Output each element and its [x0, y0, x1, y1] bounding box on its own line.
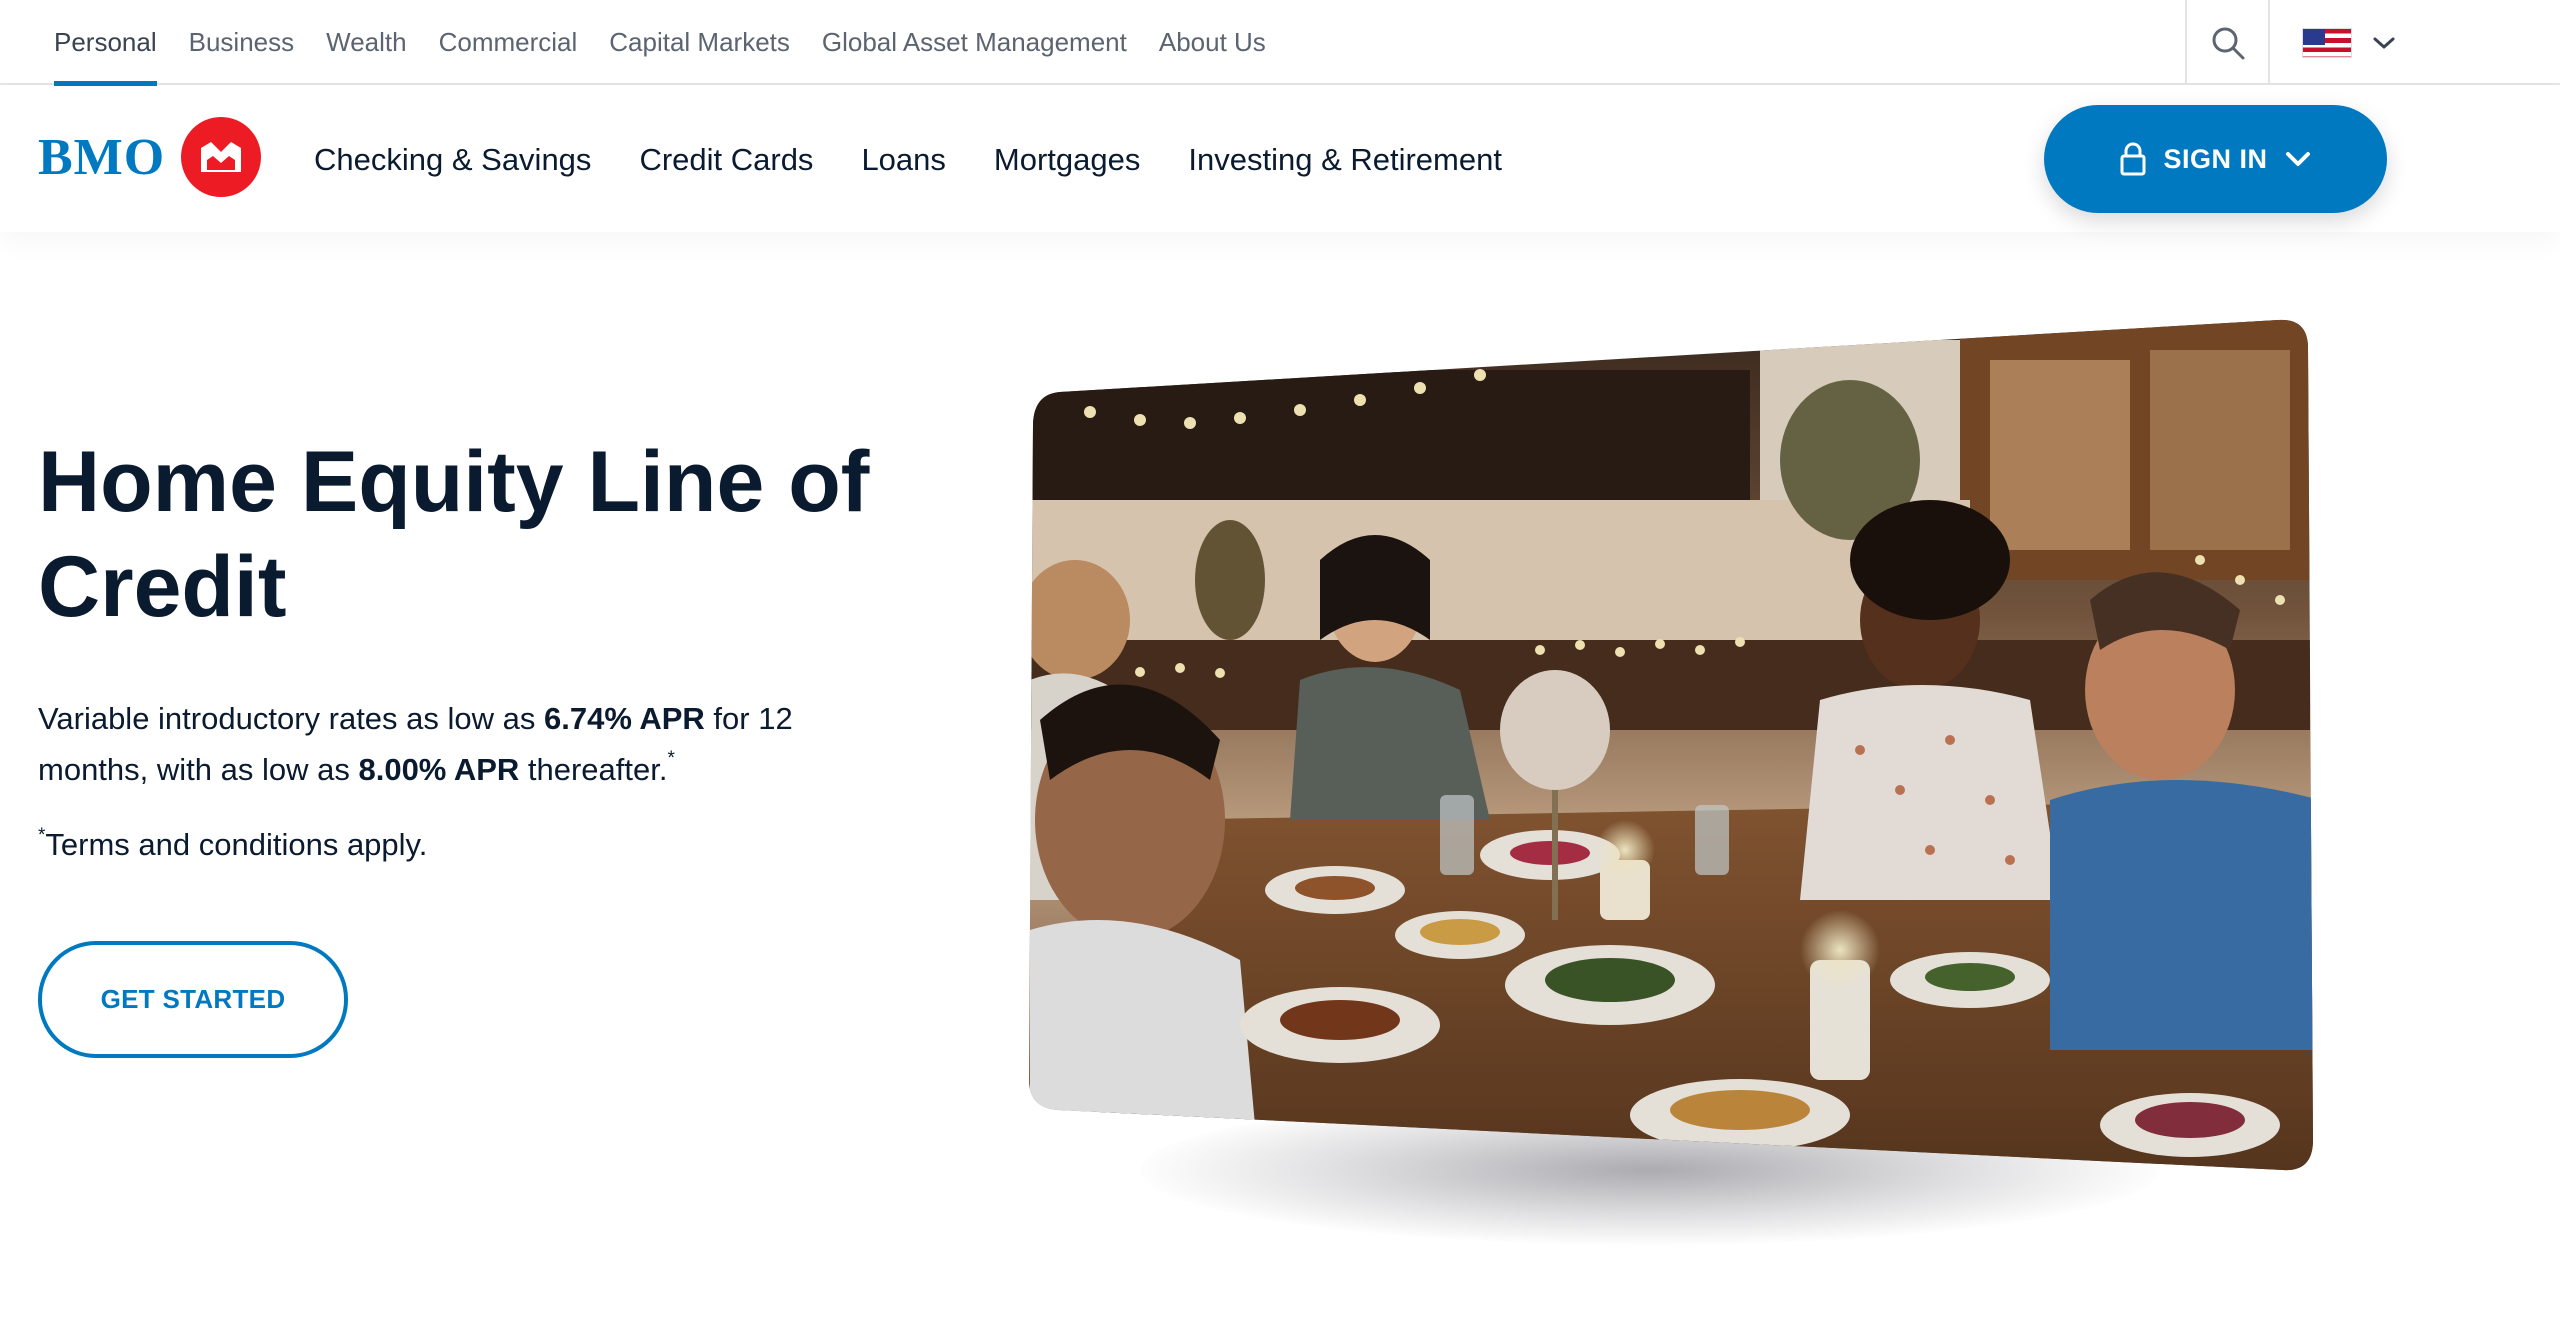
tab-personal[interactable]: Personal — [38, 0, 173, 86]
country-selector[interactable] — [2272, 0, 2432, 85]
lock-icon — [2120, 142, 2146, 176]
tab-about-us[interactable]: About Us — [1143, 0, 1282, 85]
hero-description: Variable introductory rates as low as 6.… — [38, 693, 858, 795]
get-started-button[interactable]: GET STARTED — [38, 941, 348, 1058]
sign-in-label: SIGN IN — [2163, 143, 2268, 174]
terms-note: *Terms and conditions apply. — [38, 826, 428, 863]
tab-wealth[interactable]: Wealth — [310, 0, 422, 85]
search-icon — [2212, 27, 2244, 59]
desc-text-3: thereafter. — [519, 752, 668, 787]
segment-tabs: Personal Business Wealth Commercial Capi… — [38, 0, 1282, 86]
tab-business[interactable]: Business — [173, 0, 311, 85]
utility-bar: Personal Business Wealth Commercial Capi… — [0, 0, 2560, 86]
main-navigation: BMO Checking & Savings Credit Cards Loan… — [0, 87, 2560, 232]
tab-commercial[interactable]: Commercial — [423, 0, 594, 85]
footnote-marker: * — [667, 748, 675, 769]
us-flag-icon — [2302, 27, 2352, 58]
page-title: Home Equity Line of Credit — [38, 434, 870, 635]
nav-mortgages[interactable]: Mortgages — [970, 142, 1164, 178]
bmo-roundel-icon — [181, 117, 262, 197]
terms-text: Terms and conditions apply. — [45, 827, 428, 862]
image-shadow — [1140, 1095, 2160, 1245]
tab-capital-markets[interactable]: Capital Markets — [593, 0, 806, 85]
ongoing-rate: 8.00% APR — [358, 752, 520, 787]
nav-loans[interactable]: Loans — [837, 142, 969, 178]
product-nav: Checking & Savings Credit Cards Loans Mo… — [290, 87, 1526, 232]
bmo-logo[interactable]: BMO — [38, 117, 262, 197]
desc-text-1: Variable introductory rates as low as — [38, 701, 544, 736]
logo-wordmark: BMO — [38, 128, 166, 186]
chevron-down-icon — [2373, 37, 2395, 48]
nav-credit-cards[interactable]: Credit Cards — [615, 142, 837, 178]
sign-in-button[interactable]: SIGN IN — [2044, 105, 2387, 213]
tab-global-asset-management[interactable]: Global Asset Management — [806, 0, 1143, 85]
chevron-down-icon — [2285, 152, 2310, 166]
intro-rate: 6.74% APR — [544, 701, 705, 736]
nav-checking-savings[interactable]: Checking & Savings — [290, 142, 615, 178]
search-button[interactable] — [2185, 0, 2270, 85]
nav-investing-retirement[interactable]: Investing & Retirement — [1164, 142, 1526, 178]
